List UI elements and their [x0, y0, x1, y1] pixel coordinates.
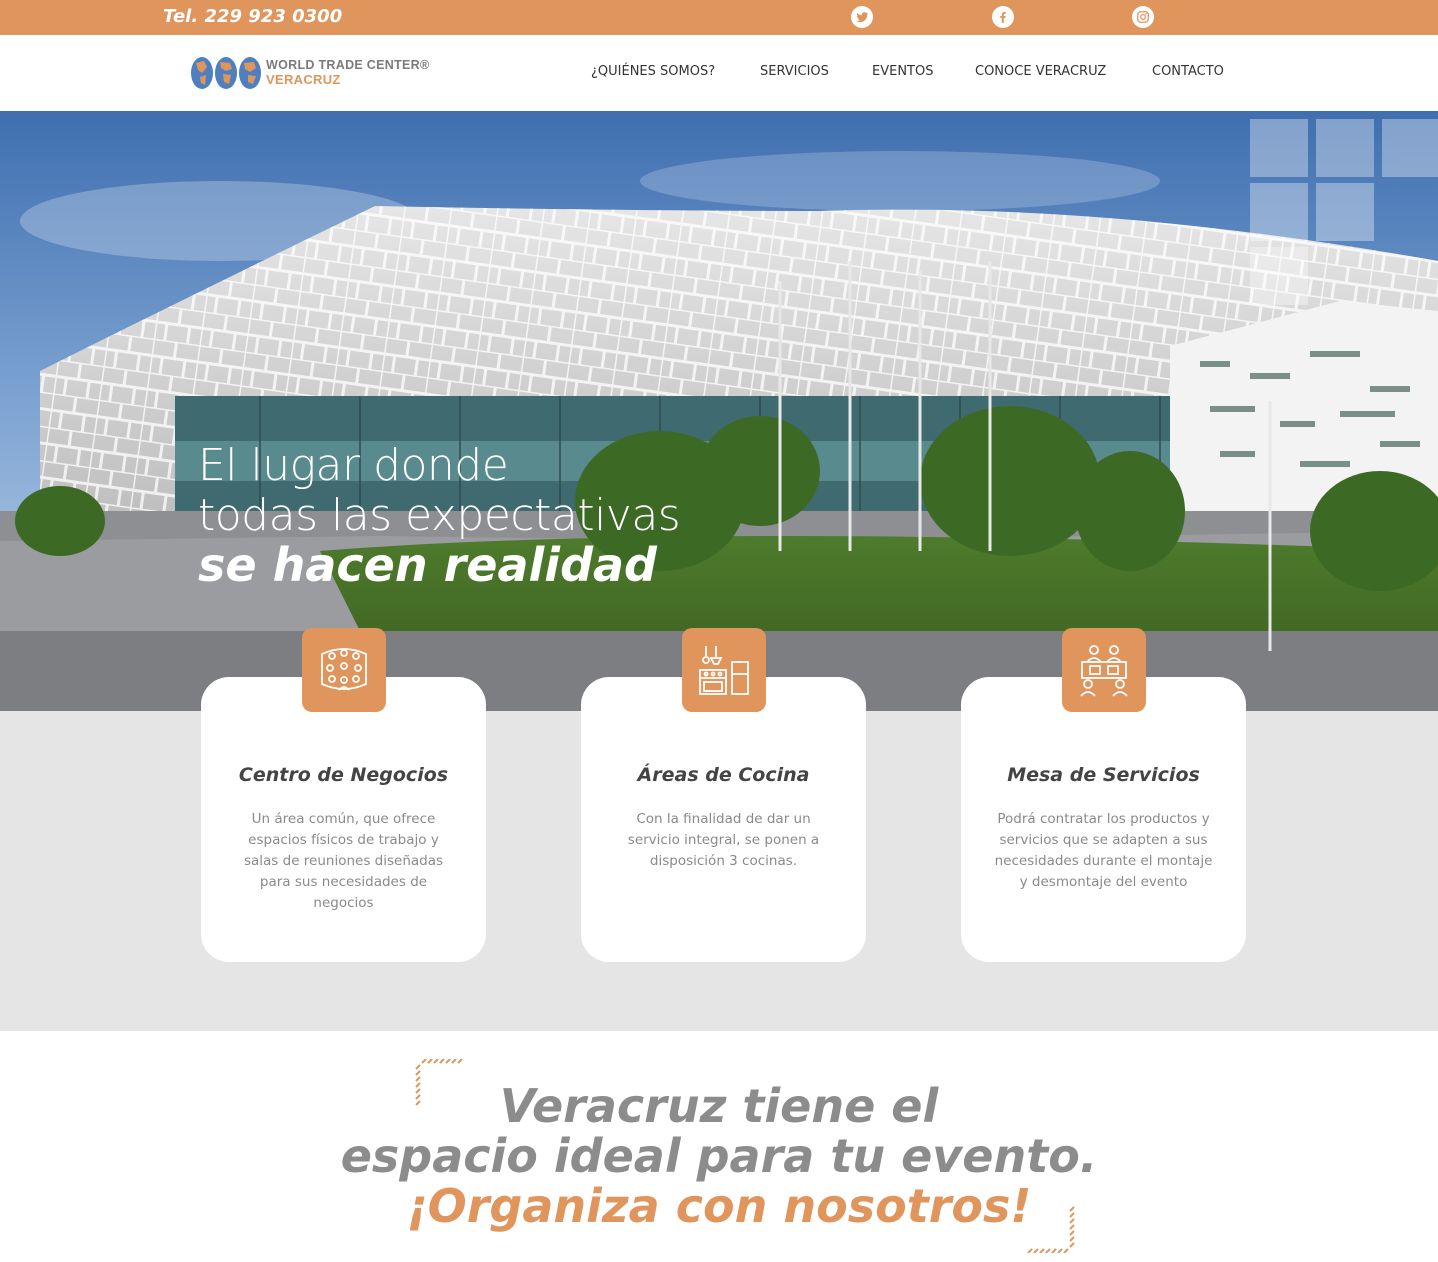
feature-card-title: Mesa de Servicios	[1007, 764, 1200, 786]
cta-line3: ¡Organiza con nosotros!	[406, 1179, 1032, 1233]
feature-card-centro-negocios[interactable]: Centro de Negocios Un área común, que of…	[201, 677, 486, 962]
hero-title-line2: todas las expectativas	[198, 490, 681, 541]
cta-line1: Veracruz tiene el	[499, 1079, 939, 1133]
logo-text-line2: VERACRUZ	[266, 72, 341, 87]
hero-title-line1: El lugar donde	[198, 440, 509, 491]
nav-eventos[interactable]: EVENTOS	[872, 64, 933, 79]
wtc-logo[interactable]: WORLD TRADE CENTER® VERACRUZ	[190, 55, 430, 93]
top-bar: Tel. 229 923 0300	[0, 0, 1438, 35]
feature-card-mesa-servicios[interactable]: Mesa de Servicios Podrá contratar los pr…	[961, 677, 1246, 962]
feature-card-text: Con la finalidad de dar un servicio inte…	[627, 811, 820, 869]
meeting-table-icon	[1062, 628, 1146, 712]
phone-number[interactable]: Tel. 229 923 0300	[163, 6, 342, 27]
nav-servicios[interactable]: SERVICIOS	[760, 64, 829, 79]
feature-card-title: Áreas de Cocina	[637, 764, 810, 786]
kitchen-icon	[682, 628, 766, 712]
feature-card-areas-cocina[interactable]: Áreas de Cocina Con la finalidad de dar …	[581, 677, 866, 962]
auditorium-icon	[302, 628, 386, 712]
feature-card-title: Centro de Negocios	[238, 764, 449, 786]
logo-text-line1: WORLD TRADE CENTER®	[266, 58, 430, 72]
nav-conoce-veracruz[interactable]: CONOCE VERACRUZ	[975, 64, 1106, 79]
globe-logo-icon	[191, 57, 261, 89]
hero-title-line3: se hacen realidad	[198, 538, 657, 592]
nav-quienes-somos[interactable]: ¿QUIÉNES SOMOS?	[591, 64, 715, 79]
hero-banner: El lugar donde todas las expectativas se…	[0, 111, 1438, 711]
cta-section: Veracruz tiene el espacio ideal para tu …	[0, 1031, 1438, 1262]
hero-building-image	[0, 111, 1438, 711]
feature-card-text: Podrá contratar los productos y servicio…	[994, 811, 1213, 890]
cta-line2: espacio ideal para tu evento.	[340, 1129, 1098, 1183]
twitter-icon[interactable]	[851, 6, 873, 28]
nav-contacto[interactable]: CONTACTO	[1152, 64, 1224, 79]
facebook-icon[interactable]	[992, 6, 1014, 28]
instagram-icon[interactable]	[1132, 6, 1154, 28]
feature-card-text: Un área común, que ofrece espacios físic…	[243, 811, 444, 911]
main-navbar: WORLD TRADE CENTER® VERACRUZ ¿QUIÉNES SO…	[0, 35, 1438, 111]
bracket-bottom-right-decoration	[1027, 1206, 1075, 1253]
